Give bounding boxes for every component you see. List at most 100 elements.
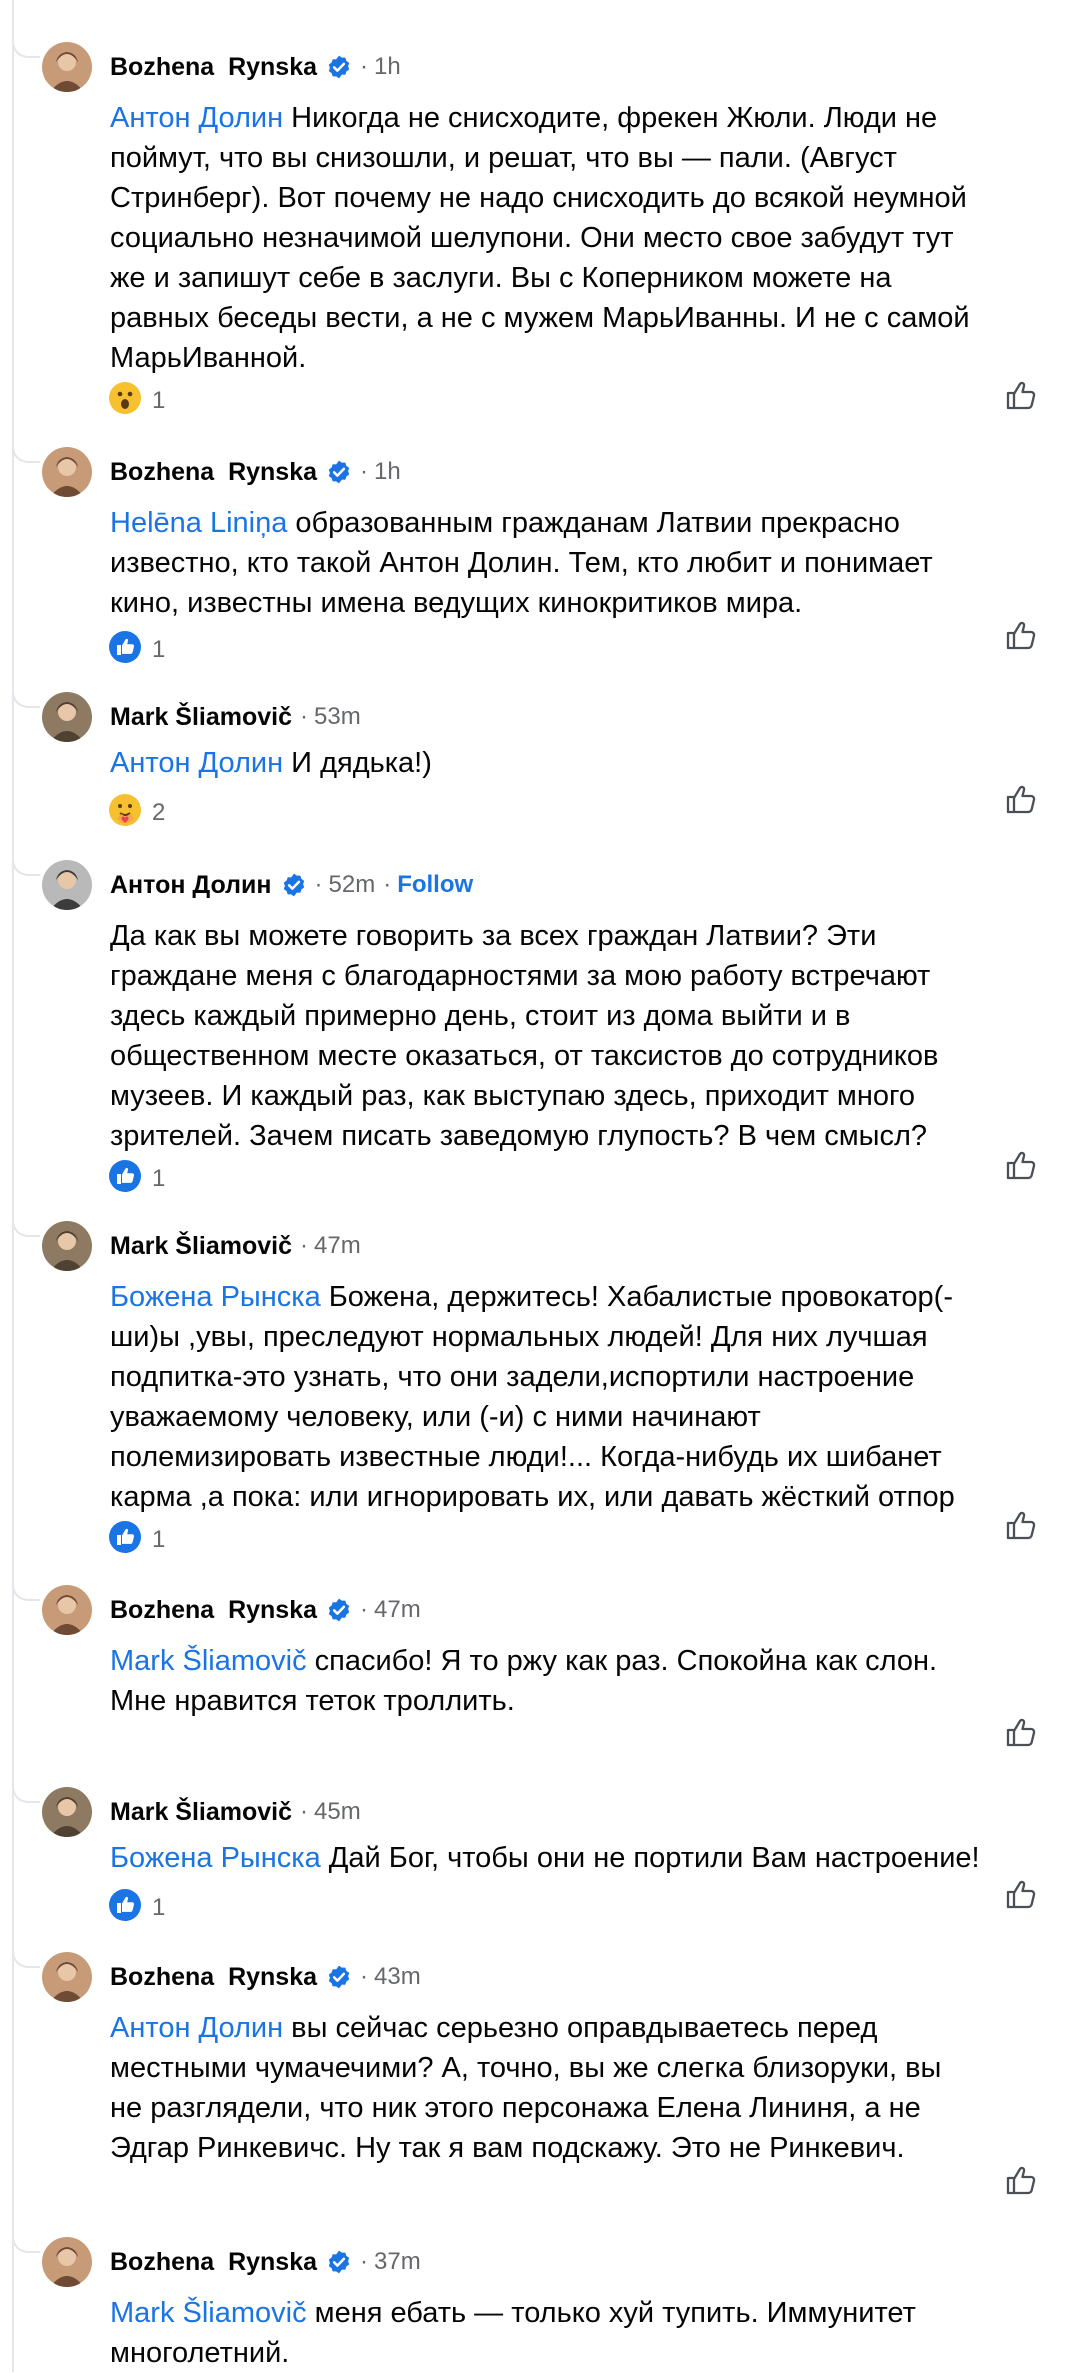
avatar[interactable]	[42, 2237, 92, 2287]
reaction-count: 1	[152, 1526, 166, 1553]
comment-line-text: Стринберг). Вот почему не надо снисходит…	[110, 182, 967, 214]
like-button-icon[interactable]	[1004, 2163, 1038, 2197]
comment-header: Bozhena Rynska · 1h	[110, 49, 401, 85]
timestamp[interactable]: 43m	[374, 1963, 421, 1991]
reaction-summary[interactable]: 1	[108, 630, 165, 667]
separator-dot: ·	[360, 458, 369, 485]
mention-link[interactable]: Mark Šliamovič	[110, 1645, 307, 1677]
like-button-icon[interactable]	[1004, 1877, 1038, 1911]
comment-line: общественном месте оказаться, от таксист…	[110, 1036, 1070, 1076]
avatar[interactable]	[42, 42, 92, 92]
comment-line: Да как вы можете говорить за всех гражда…	[110, 916, 1070, 956]
comment-text: Mark Šliamovič спасибо! Я то ржу как раз…	[110, 1641, 1070, 1721]
timestamp[interactable]: 1h	[374, 53, 401, 81]
comment-line: подпитка-это узнать, что они задели,испо…	[110, 1357, 1070, 1397]
comment-line: здесь каждый примерно день, стоит из дом…	[110, 996, 1070, 1036]
timestamp[interactable]: 1h	[374, 458, 401, 486]
reaction-count: 1	[152, 1165, 166, 1192]
comment-line-text: И дядька!)	[283, 747, 432, 779]
thread-line	[12, 0, 14, 2372]
thread-branch	[12, 1940, 40, 1968]
author-name[interactable]: Bozhena Rynska	[110, 458, 317, 487]
avatar[interactable]	[42, 1787, 92, 1837]
comment-line: Mark Šliamovič меня ебать — только хуй т…	[110, 2293, 1070, 2333]
comment-line-text: подпитка-это узнать, что они задели,испо…	[110, 1361, 915, 1393]
reaction-summary[interactable]: 1	[108, 1520, 166, 1557]
separator-dot: ·	[300, 1798, 309, 1825]
timestamp[interactable]: 47m	[314, 1232, 361, 1260]
comment-line-text: Мне нравится теток троллить.	[110, 1685, 515, 1717]
separator-dot: ·	[360, 53, 369, 80]
author-name[interactable]: Mark Šliamovič	[110, 1232, 292, 1261]
author-name[interactable]: Mark Šliamovič	[110, 1798, 292, 1827]
comment-line-text: многолетний.	[110, 2337, 290, 2369]
timestamp[interactable]: 47m	[374, 1596, 421, 1624]
separator-dot: ·	[300, 1232, 309, 1259]
mention-link[interactable]: Антон Долин	[110, 102, 283, 134]
reaction-summary[interactable]: 1	[108, 1888, 166, 1925]
thread-branch	[12, 680, 40, 708]
comment-line: граждане меня с благодарностями за мою р…	[110, 956, 1070, 996]
reaction-summary[interactable]: 1	[108, 1159, 166, 1196]
mention-link[interactable]: Mark Šliamovič	[110, 2297, 307, 2329]
timestamp[interactable]: 45m	[314, 1798, 361, 1826]
reaction-count: 2	[152, 799, 166, 826]
comment-line: известно, кто такой Антон Долин. Тем, кт…	[110, 543, 1070, 583]
comment-line-text: музеев. И каждый раз, как выступаю здесь…	[110, 1080, 916, 1112]
avatar[interactable]	[42, 1221, 92, 1271]
comment-line-text: карма ,а пока: или игнорировать их, или …	[110, 1481, 955, 1513]
like-button-icon[interactable]	[1004, 782, 1038, 816]
comment-line: же и запишут себе в заслуги. Вы с Коперн…	[110, 258, 1070, 298]
thread-branch	[12, 1573, 40, 1601]
comment-line: местными чумачечими? А, точно, вы же сле…	[110, 2048, 1070, 2088]
comment-line: поймут, что вы снизошли, и решат, что вы…	[110, 138, 1070, 178]
follow-button[interactable]: Follow	[397, 871, 473, 899]
comment-line: Helēna Liniņa образованным гражданам Лат…	[110, 503, 1070, 543]
mention-link[interactable]: Божена Рынска	[110, 1281, 321, 1313]
separator-dot: ·	[300, 703, 309, 730]
separator-dot: ·	[314, 871, 323, 898]
timestamp[interactable]: 37m	[374, 2248, 421, 2276]
timestamp[interactable]: 53m	[314, 703, 361, 731]
comment-text: Helēna Liniņa образованным гражданам Лат…	[110, 503, 1070, 623]
avatar[interactable]	[42, 1585, 92, 1635]
author-name[interactable]: Bozhena Rynska	[110, 1963, 317, 1992]
comment-line: Антон Долин Никогда не снисходите, фреке…	[110, 98, 1070, 138]
reaction-count: 1	[152, 387, 166, 414]
verified-badge-icon	[326, 2249, 352, 2275]
reaction-count: 1	[152, 1894, 166, 1921]
avatar[interactable]	[42, 860, 92, 910]
avatar[interactable]	[42, 692, 92, 742]
like-button-icon[interactable]	[1004, 1508, 1038, 1542]
comment-line: многолетний.	[110, 2333, 1070, 2373]
comment-line: Антон Долин вы сейчас серьезно оправдыва…	[110, 2008, 1070, 2048]
like-button-icon[interactable]	[1004, 618, 1038, 652]
mention-link[interactable]: Helēna Liniņa	[110, 507, 287, 539]
comment-line-text: граждане меня с благодарностями за мою р…	[110, 960, 931, 992]
timestamp[interactable]: 52m	[329, 871, 376, 899]
comment-line-text: МарьИванной.	[110, 342, 307, 374]
comment-line: полемизировать известные люди!... Когда-…	[110, 1437, 1070, 1477]
comment-header: Антон Долин · 52m · Follow	[110, 867, 473, 903]
author-name[interactable]: Bozhena Rynska	[110, 1596, 317, 1625]
like-button-icon[interactable]	[1004, 378, 1038, 412]
mention-link[interactable]: Антон Долин	[110, 747, 283, 779]
like-button-icon[interactable]	[1004, 1148, 1038, 1182]
reaction-summary[interactable]: 1	[108, 381, 166, 418]
verified-badge-icon	[326, 459, 352, 485]
separator-dot: ·	[360, 1963, 369, 1990]
mention-link[interactable]: Антон Долин	[110, 2012, 283, 2044]
author-name[interactable]: Bozhena Rynska	[110, 53, 317, 82]
avatar[interactable]	[42, 447, 92, 497]
author-name[interactable]: Mark Šliamovič	[110, 703, 292, 732]
wow-reaction-icon	[108, 381, 142, 422]
avatar[interactable]	[42, 1952, 92, 2002]
like-button-icon[interactable]	[1004, 1715, 1038, 1749]
comment-line-text: же и запишут себе в заслуги. Вы с Коперн…	[110, 262, 892, 294]
comment-text: Божена Рынска Божена, держитесь! Хабалис…	[110, 1277, 1070, 1517]
mention-link[interactable]: Божена Рынска	[110, 1842, 321, 1874]
author-name[interactable]: Bozhena Rynska	[110, 2248, 317, 2277]
comment-line-text: Никогда не снисходите, фрекен Жюли. Люди…	[283, 102, 938, 134]
reaction-summary[interactable]: 2	[108, 793, 166, 830]
author-name[interactable]: Антон Долин	[110, 871, 272, 900]
